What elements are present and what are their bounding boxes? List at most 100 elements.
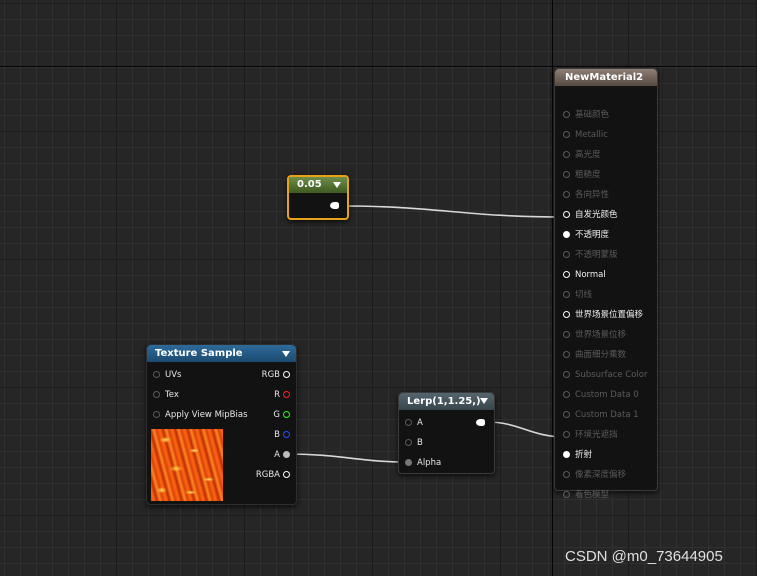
material-input-pin-row[interactable]: 切线: [563, 288, 592, 302]
lerp-input-pin-row[interactable]: A: [405, 417, 423, 429]
texture-node-title[interactable]: Texture Sample: [147, 345, 296, 362]
texture-input-pin-row[interactable]: Apply View MipBias: [153, 409, 248, 421]
lerp-input-pin-label: Alpha: [417, 458, 442, 468]
input-pin-icon[interactable]: [405, 459, 412, 466]
texture-input-pin-label: Apply View MipBias: [165, 410, 248, 420]
wire-texture-alpha-to-lerp: [287, 453, 407, 463]
material-input-pin-row[interactable]: Custom Data 1: [563, 408, 639, 422]
material-input-pin-label: 着色模型: [575, 490, 610, 500]
material-input-pin-label: Custom Data 0: [575, 390, 639, 400]
input-pin-icon[interactable]: [563, 411, 570, 418]
material-input-pin-row[interactable]: 折射: [563, 448, 592, 462]
lerp-output-pin[interactable]: [476, 419, 485, 426]
output-pin-icon[interactable]: [283, 451, 290, 458]
input-pin-icon[interactable]: [563, 491, 570, 498]
material-input-pin-label: 曲面细分乘数: [575, 350, 627, 360]
output-pin-icon[interactable]: [283, 471, 290, 478]
material-input-pin-label: Normal: [575, 270, 606, 280]
material-input-pin-row[interactable]: Custom Data 0: [563, 388, 639, 402]
input-pin-icon[interactable]: [563, 431, 570, 438]
material-input-pin-label: 环境光遮挡: [575, 430, 618, 440]
input-pin-icon[interactable]: [563, 251, 570, 258]
input-pin-icon[interactable]: [563, 391, 570, 398]
texture-output-pin-row[interactable]: RGBA: [256, 469, 290, 481]
texture-output-pin-label: RGB: [261, 370, 280, 380]
material-input-pin-row[interactable]: 环境光遮挡: [563, 428, 618, 442]
material-input-pin-row[interactable]: 世界场景位移: [563, 328, 626, 342]
material-input-pin-row[interactable]: 世界场景位置偏移: [563, 308, 643, 322]
collapse-chevron-icon[interactable]: [282, 351, 290, 357]
material-input-pin-label: 粗糙度: [575, 170, 601, 180]
output-pin-icon[interactable]: [283, 431, 290, 438]
material-result-node[interactable]: NewMaterial2 基础颜色 Metallic 高光度粗糙度各向异性自发光颜色…: [554, 68, 658, 500]
input-pin-icon[interactable]: [153, 371, 160, 378]
material-input-pin-label: 像素深度偏移: [575, 470, 627, 480]
lerp-node[interactable]: Lerp(1,1.25,) A B Alpha: [398, 392, 495, 474]
lerp-input-pin-row[interactable]: B: [405, 437, 423, 449]
input-pin-icon[interactable]: [563, 291, 570, 298]
material-input-pin-row[interactable]: Subsurface Color: [563, 368, 648, 382]
texture-sample-node[interactable]: Texture Sample UVs Tex Apply View MipBias …: [146, 344, 297, 505]
material-node-title[interactable]: NewMaterial2: [555, 69, 657, 86]
texture-output-pin-label: A: [274, 450, 280, 460]
input-pin-icon[interactable]: [563, 131, 570, 138]
input-pin-icon[interactable]: [563, 351, 570, 358]
texture-input-pin-label: Tex: [165, 390, 179, 400]
material-input-pin-row[interactable]: 不透明蒙版: [563, 248, 618, 262]
output-pin-icon[interactable]: [283, 391, 290, 398]
input-pin-icon[interactable]: [563, 111, 570, 118]
material-input-pin-row[interactable]: 像素深度偏移: [563, 468, 626, 482]
material-input-pin-label: 折射: [575, 450, 593, 460]
material-input-pin-row[interactable]: 粗糙度: [563, 168, 601, 182]
material-input-pin-label: Subsurface Color: [575, 370, 648, 380]
material-input-pin-row[interactable]: Normal: [563, 268, 606, 282]
material-input-pin-row[interactable]: 曲面细分乘数: [563, 348, 626, 362]
texture-input-pin-row[interactable]: UVs: [153, 369, 181, 381]
input-pin-icon[interactable]: [563, 331, 570, 338]
input-pin-icon[interactable]: [563, 211, 570, 218]
input-pin-icon[interactable]: [563, 451, 570, 458]
material-input-pin-row[interactable]: Metallic: [563, 128, 608, 142]
input-pin-icon[interactable]: [153, 411, 160, 418]
output-pin-icon[interactable]: [283, 371, 290, 378]
material-input-pin-label: 各向异性: [575, 190, 610, 200]
constant-output-pin[interactable]: [330, 202, 339, 209]
input-pin-icon[interactable]: [405, 419, 412, 426]
material-graph-canvas[interactable]: NewMaterial2 基础颜色 Metallic 高光度粗糙度各向异性自发光颜色…: [0, 0, 757, 576]
material-input-pin-label: Metallic: [575, 130, 608, 140]
texture-output-pin-label: G: [273, 410, 280, 420]
material-input-pin-label: 基础颜色: [575, 110, 610, 120]
texture-output-pin-row[interactable]: G: [273, 409, 290, 421]
material-input-pin-row[interactable]: 各向异性: [563, 188, 609, 202]
input-pin-icon[interactable]: [563, 311, 570, 318]
input-pin-icon[interactable]: [563, 271, 570, 278]
lerp-input-pin-label: B: [417, 438, 423, 448]
wire-constant-to-opacity: [339, 205, 567, 218]
input-pin-icon[interactable]: [563, 171, 570, 178]
input-pin-icon[interactable]: [563, 151, 570, 158]
material-input-pin-row[interactable]: 自发光颜色: [563, 208, 618, 222]
output-pin-icon[interactable]: [283, 411, 290, 418]
input-pin-icon[interactable]: [563, 231, 570, 238]
lerp-input-pin-row[interactable]: Alpha: [405, 457, 441, 469]
texture-output-pin-label: B: [274, 430, 280, 440]
texture-output-pin-row[interactable]: A: [274, 449, 290, 461]
input-pin-icon[interactable]: [153, 391, 160, 398]
texture-output-pin-row[interactable]: R: [274, 389, 290, 401]
material-input-pin-label: 高光度: [575, 150, 601, 160]
material-input-pin-row[interactable]: 不透明度: [563, 228, 609, 242]
input-pin-icon[interactable]: [563, 471, 570, 478]
texture-output-pin-row[interactable]: RGB: [262, 369, 290, 381]
collapse-chevron-icon[interactable]: [480, 398, 488, 404]
input-pin-icon[interactable]: [563, 371, 570, 378]
texture-output-pin-row[interactable]: B: [274, 429, 290, 441]
material-input-pin-row[interactable]: 着色模型: [563, 488, 609, 502]
material-input-pin-label: 不透明蒙版: [575, 250, 618, 260]
texture-input-pin-row[interactable]: Tex: [153, 389, 179, 401]
material-input-pin-row[interactable]: 高光度: [563, 148, 601, 162]
collapse-chevron-icon[interactable]: [333, 182, 341, 188]
input-pin-icon[interactable]: [563, 191, 570, 198]
constant-node[interactable]: 0.05: [287, 175, 349, 220]
material-input-pin-row[interactable]: 基础颜色: [563, 108, 609, 122]
input-pin-icon[interactable]: [405, 439, 412, 446]
